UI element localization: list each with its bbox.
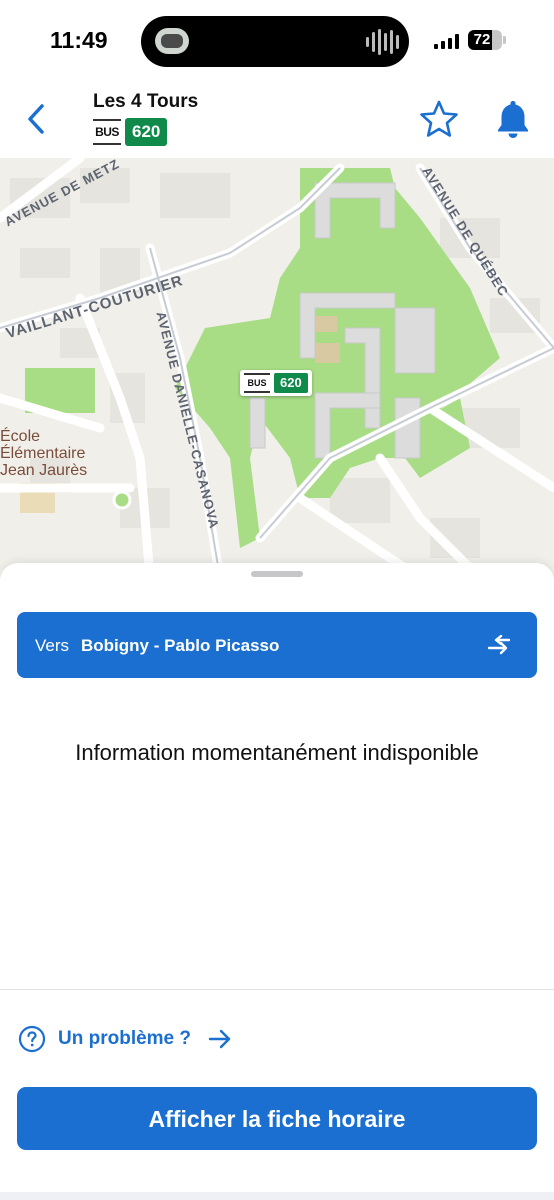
star-icon[interactable] [419,99,459,139]
poi-line-1: École [0,428,41,445]
dynamic-island[interactable] [141,16,409,67]
info-message: Information momentanément indisponible [75,740,479,765]
line-number-badge: 620 [125,118,168,146]
help-circle-icon [18,1025,46,1053]
battery-icon: 72 [468,30,502,50]
battery-tip [503,36,506,44]
show-timetable-button[interactable]: Afficher la fiche horaire [17,1087,537,1150]
sheet-grabber[interactable] [251,571,303,577]
home-indicator-area [0,1192,554,1200]
cellular-signal-icon [434,34,459,49]
footer-divider [0,989,554,990]
stop-marker-line: 620 [274,373,308,393]
bell-icon[interactable] [494,98,532,140]
status-time: 11:49 [50,27,108,53]
stop-title: Les 4 Tours [93,91,199,112]
bus-mode-badge: BUS [93,119,121,145]
chevron-left-icon[interactable] [20,100,54,138]
direction-destination: Bobigny - Pablo Picasso [81,636,280,655]
battery-level: 72 [473,31,491,48]
status-bar: 11:49 72 [0,0,554,80]
arrow-right-icon [207,1028,233,1050]
stop-marker-mode: BUS [244,373,270,393]
report-problem-link[interactable]: Un problème ? [18,1025,233,1053]
direction-prefix: Vers [35,636,70,655]
bus-stop-marker[interactable]: BUS 620 [240,370,312,396]
poi-line-2: Élémentaire [0,445,86,462]
swap-direction-icon[interactable] [485,632,513,658]
now-playing-thumbnail [155,28,189,54]
map-canvas [0,158,554,578]
poi-line-3: Jean Jaurès [0,462,88,479]
line-badges: BUS 620 [93,118,168,146]
direction-selector[interactable]: Vers Bobigny - Pablo Picasso [17,612,537,678]
report-problem-label: Un problème ? [58,1028,192,1049]
audio-wave-icon [366,29,399,55]
poi-school-label[interactable]: École Élémentaire Jean Jaurès [0,428,87,479]
map-view[interactable]: AVENUE DE METZ VAILLANT-COUTURIER AVENUE… [0,158,554,578]
